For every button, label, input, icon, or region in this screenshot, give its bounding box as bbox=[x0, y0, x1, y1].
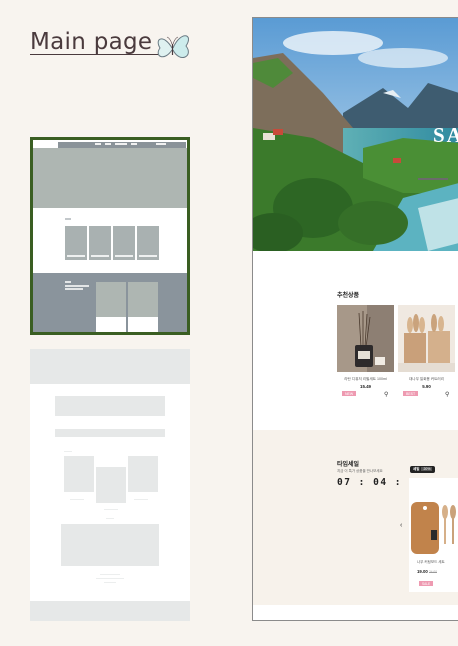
deal-badge-label: 세일 bbox=[413, 467, 420, 471]
wireframe-text-line bbox=[65, 288, 83, 290]
wireframe-bar bbox=[55, 429, 165, 437]
deal-original-price: 24.00 bbox=[429, 569, 437, 574]
deal-product-price: 19.00 bbox=[417, 569, 428, 574]
deal-product-name: 나무 커팅보드 세트 bbox=[417, 560, 445, 564]
sub-wireframe[interactable] bbox=[30, 349, 190, 621]
wireframe-image bbox=[64, 456, 94, 492]
wireframe-hero bbox=[33, 148, 187, 208]
wireframe-text-line bbox=[104, 582, 116, 583]
hero-banner: SAL bbox=[253, 18, 458, 251]
carousel-arrow-icon[interactable]: ‹ bbox=[400, 522, 402, 529]
butterfly-icon bbox=[157, 35, 189, 59]
cutting-board-image bbox=[409, 478, 458, 558]
product-card[interactable]: 대나무 일회용 커트러리 5.90 BEST ⚲ bbox=[398, 305, 455, 398]
wireframe-product-card bbox=[96, 282, 126, 332]
page-title: Main page bbox=[30, 29, 153, 55]
wireframe-text-line bbox=[64, 451, 72, 452]
wireframe-header bbox=[30, 349, 190, 384]
wireframe-section-title bbox=[65, 218, 71, 220]
time-deal-title: 타임세일 bbox=[337, 462, 360, 468]
product-badge: BEST bbox=[403, 391, 419, 396]
deal-badge-percent: 20% bbox=[421, 467, 433, 471]
deal-product-card[interactable] bbox=[409, 478, 458, 592]
wireframe-nav-icons bbox=[156, 143, 166, 145]
title-underline bbox=[30, 54, 158, 55]
deal-badge: 세일 20% bbox=[410, 466, 436, 473]
main-page-preview[interactable]: SAL 추천상품 라탄 디퓨저 리필세트 100ml 15.49 NEW ⚲ bbox=[252, 17, 458, 621]
landscape-image bbox=[253, 18, 458, 251]
wireframe-nav-item bbox=[105, 143, 111, 145]
time-deal-subtitle: 지금 이 특가 상품을 만나보세요 bbox=[337, 469, 383, 473]
wireframe-card bbox=[89, 226, 111, 260]
wireframe-product-card bbox=[128, 282, 158, 332]
wireframe-text-line bbox=[100, 574, 120, 575]
cart-icon[interactable]: ⚲ bbox=[445, 391, 449, 398]
wireframe-text-line bbox=[65, 281, 71, 283]
wireframe-footer bbox=[30, 601, 190, 621]
wireframe-image bbox=[96, 467, 126, 503]
recommended-title: 추천상품 bbox=[337, 292, 360, 299]
diffuser-image bbox=[337, 305, 394, 372]
product-badge: NEW bbox=[342, 391, 357, 396]
wireframe-block bbox=[61, 524, 159, 566]
cart-icon[interactable]: ⚲ bbox=[384, 391, 388, 398]
wireframe-card bbox=[137, 226, 159, 260]
cutlery-image bbox=[398, 305, 455, 372]
product-price: 5.90 bbox=[422, 384, 431, 389]
wireframe-text-line bbox=[104, 509, 118, 510]
product-name: 라탄 디퓨저 리필세트 100ml bbox=[344, 377, 387, 381]
deal-sale-pill: SALE bbox=[419, 581, 434, 586]
hero-headline: SAL bbox=[433, 123, 458, 147]
product-name: 대나무 일회용 커트러리 bbox=[408, 377, 445, 381]
wireframe-card bbox=[65, 226, 87, 260]
wireframe-text-line bbox=[65, 285, 89, 287]
product-card[interactable]: 라탄 디퓨저 리필세트 100ml 15.49 NEW ⚲ bbox=[337, 305, 394, 398]
wireframe-nav-item bbox=[115, 143, 127, 145]
wireframe-image bbox=[128, 456, 158, 492]
wireframe-text-line bbox=[134, 499, 148, 500]
wireframe-banner bbox=[55, 396, 165, 416]
wireframe-text-line bbox=[96, 578, 124, 579]
product-price: 15.49 bbox=[360, 384, 371, 389]
wireframe-card bbox=[113, 226, 135, 260]
main-wireframe-selected[interactable] bbox=[30, 137, 190, 335]
wireframe-text-line bbox=[70, 499, 84, 500]
wireframe-nav-item bbox=[131, 143, 137, 145]
wireframe-nav-item bbox=[95, 143, 101, 145]
wireframe-text-line bbox=[106, 518, 114, 519]
